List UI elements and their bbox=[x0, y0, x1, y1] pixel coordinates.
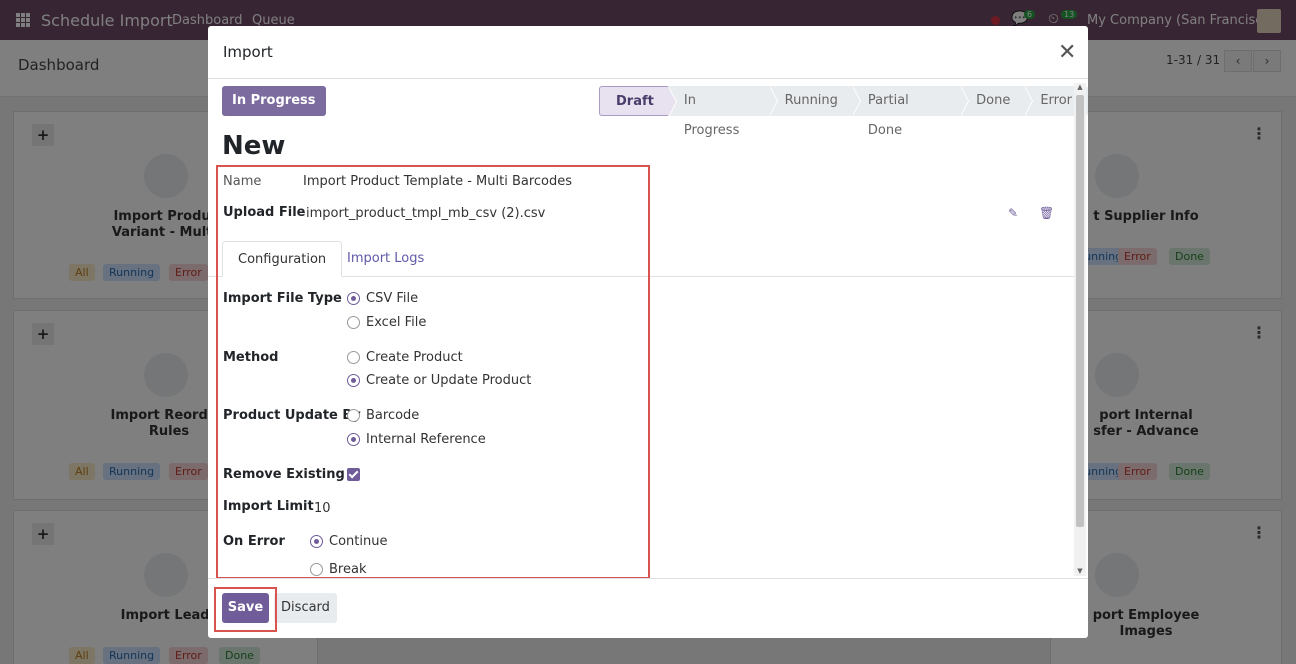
stage-done[interactable]: Done bbox=[960, 86, 1034, 116]
stage-partial-done[interactable]: Partial Done bbox=[851, 86, 970, 138]
highlight-box bbox=[216, 165, 650, 578]
record-title: New bbox=[222, 131, 286, 161]
close-icon[interactable]: ✕ bbox=[1058, 40, 1076, 65]
modal-title: Import bbox=[223, 43, 273, 61]
edit-pencil-icon[interactable]: ✎ bbox=[1008, 206, 1018, 220]
discard-button[interactable]: Discard bbox=[274, 593, 337, 623]
import-dialog: Import ✕ In Progress Draft In Progress R… bbox=[208, 26, 1088, 638]
modal-body: In Progress Draft In Progress Running Pa… bbox=[208, 79, 1088, 578]
modal-footer: Save Discard bbox=[208, 578, 1088, 638]
scrollbar-thumb[interactable] bbox=[1076, 95, 1084, 527]
modal-scrollbar[interactable]: ▲ ▼ bbox=[1074, 83, 1086, 576]
trash-icon[interactable]: 🗑 bbox=[1039, 206, 1054, 220]
stage-in-progress[interactable]: In Progress bbox=[667, 86, 778, 138]
stage-running[interactable]: Running bbox=[768, 86, 862, 116]
scroll-up-icon[interactable]: ▲ bbox=[1076, 83, 1084, 91]
status-bar: Draft In Progress Running Partial Done D… bbox=[599, 86, 1088, 138]
scroll-down-icon[interactable]: ▼ bbox=[1076, 567, 1084, 575]
modal-header: Import ✕ bbox=[208, 26, 1088, 79]
in-progress-button[interactable]: In Progress bbox=[222, 86, 326, 116]
stage-draft[interactable]: Draft bbox=[599, 86, 677, 117]
save-highlight-box bbox=[214, 587, 277, 632]
